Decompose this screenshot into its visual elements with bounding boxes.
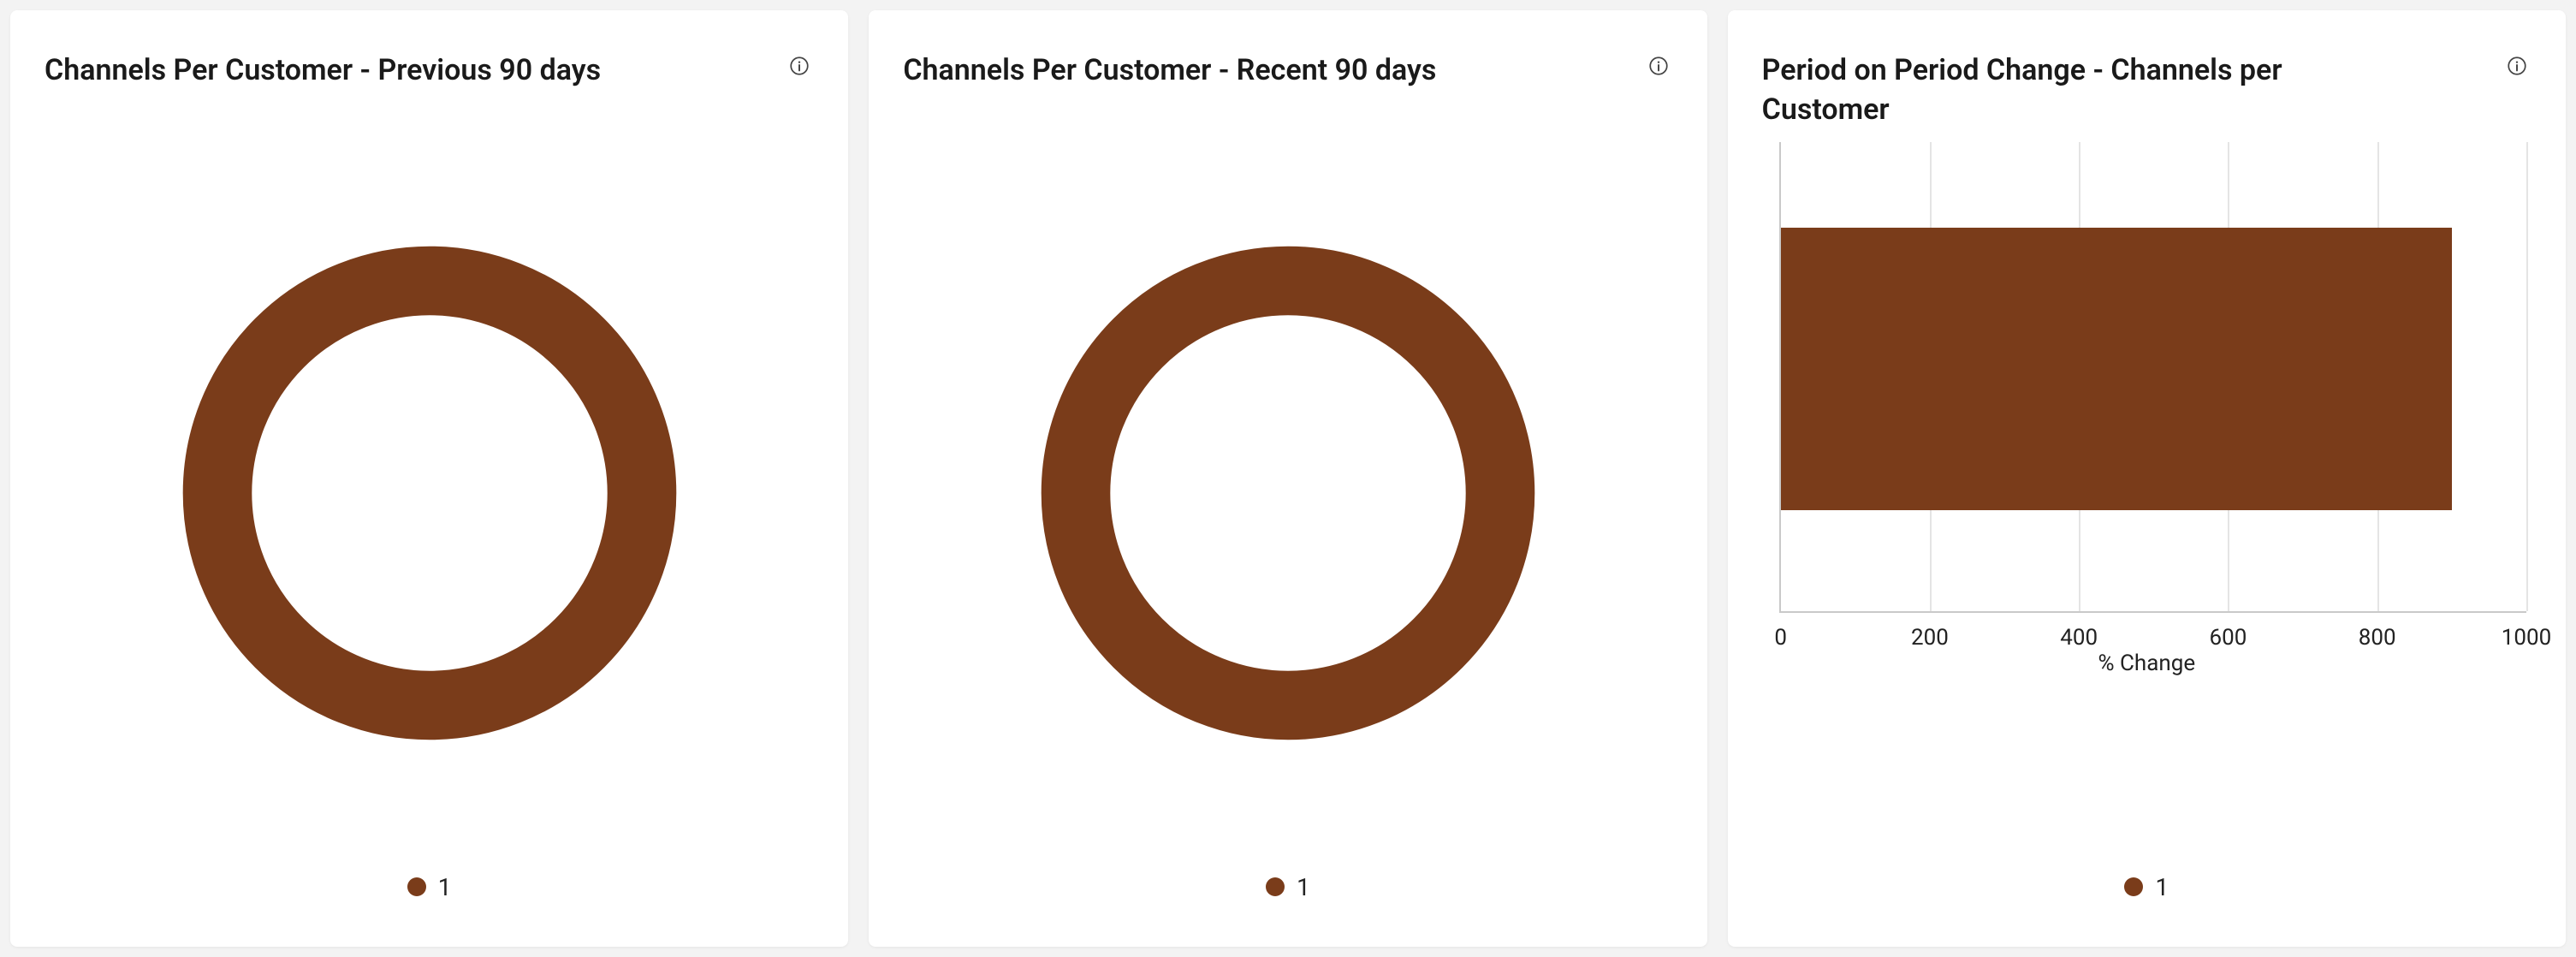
- info-icon: [788, 55, 810, 77]
- legend-dot: [1266, 877, 1285, 896]
- donut-slice-1: [217, 281, 642, 705]
- donut-chart-recent: [903, 142, 1672, 844]
- donut-slice-1: [1076, 281, 1500, 705]
- x-tick-label: 400: [2060, 625, 2098, 651]
- legend-label: 1: [2155, 873, 2169, 901]
- legend-dot: [407, 877, 426, 896]
- legend-label: 1: [438, 873, 452, 901]
- x-tick-label: 600: [2210, 625, 2247, 651]
- legend-label: 1: [1297, 873, 1310, 901]
- card-header: Period on Period Change - Channels per C…: [1762, 51, 2531, 134]
- card-channels-previous-90d: Channels Per Customer - Previous 90 days…: [10, 10, 848, 947]
- dashboard-row: Channels Per Customer - Previous 90 days…: [0, 0, 2576, 957]
- x-tick-label: 1000: [2502, 625, 2551, 651]
- card-header: Channels Per Customer - Recent 90 days: [903, 51, 1672, 134]
- card-title: Channels Per Customer - Previous 90 days: [45, 51, 601, 91]
- legend: 1: [1762, 861, 2531, 912]
- info-icon-button[interactable]: [1644, 51, 1673, 80]
- legend: 1: [903, 861, 1672, 912]
- legend: 1: [45, 861, 814, 912]
- donut-wrap: [164, 228, 695, 758]
- legend-dot: [2124, 877, 2143, 896]
- bar-1: [1781, 228, 2452, 510]
- info-icon-button[interactable]: [785, 51, 814, 80]
- card-channels-recent-90d: Channels Per Customer - Recent 90 days 1: [869, 10, 1706, 947]
- x-axis-label: % Change: [1762, 651, 2531, 676]
- card-header: Channels Per Customer - Previous 90 days: [45, 51, 814, 134]
- x-tick-label: 800: [2359, 625, 2396, 651]
- gridline: [2526, 142, 2528, 611]
- bar-plot: 02004006008001000 % Change: [1762, 142, 2531, 673]
- bar-plot-inner: 02004006008001000: [1779, 142, 2526, 613]
- x-tick-label: 0: [1774, 625, 1787, 651]
- info-icon: [1647, 55, 1670, 77]
- donut-wrap: [1023, 228, 1553, 758]
- card-period-change: Period on Period Change - Channels per C…: [1728, 10, 2566, 947]
- bar-chart-period-change eq: 02004006008001000 % Change: [1762, 142, 2531, 844]
- card-title: Channels Per Customer - Recent 90 days: [903, 51, 1436, 91]
- info-icon: [2506, 55, 2528, 77]
- card-title: Period on Period Change - Channels per C…: [1762, 51, 2416, 130]
- info-icon-button[interactable]: [2502, 51, 2531, 80]
- donut-chart-previous: [45, 142, 814, 844]
- x-tick-label: 200: [1911, 625, 1949, 651]
